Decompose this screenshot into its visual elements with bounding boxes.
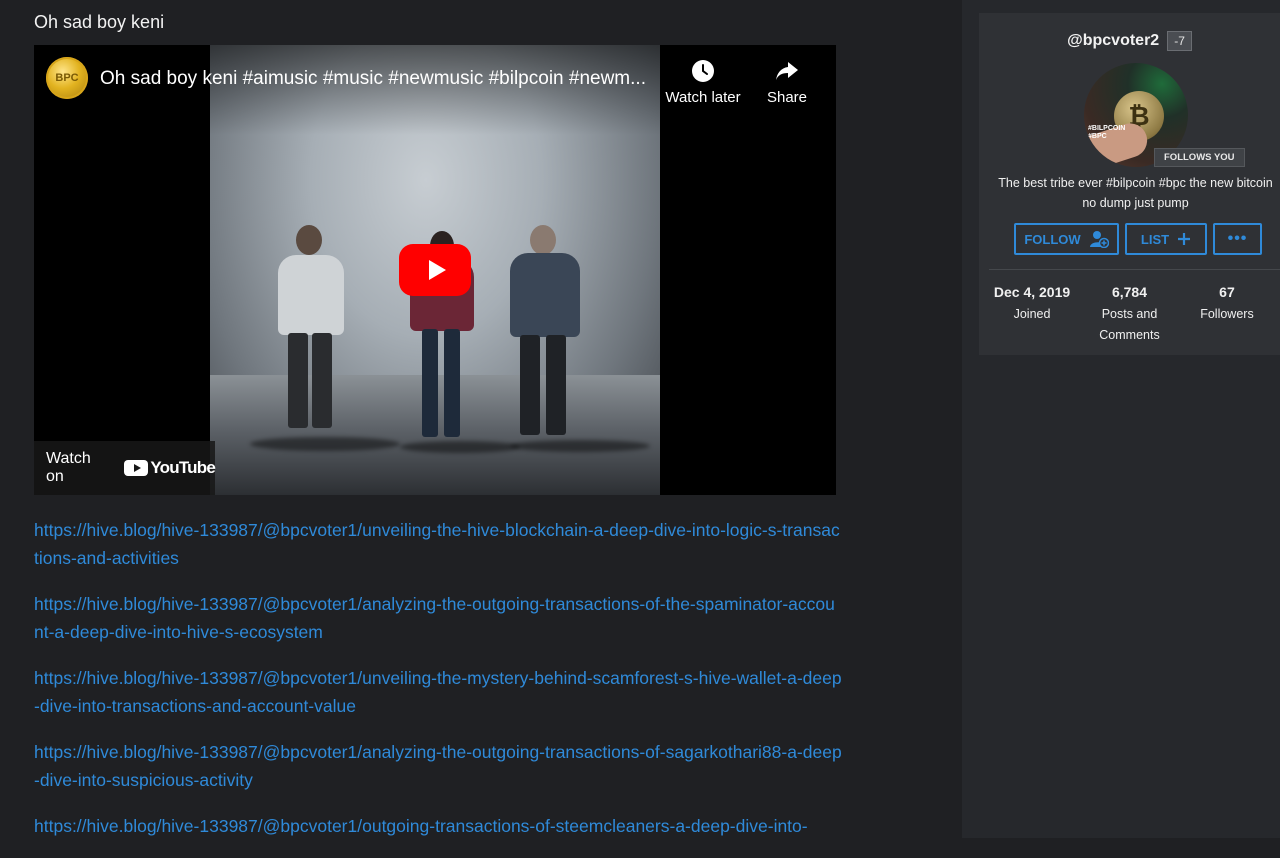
profile-actions: FOLLOW LIST ••• [1014,223,1262,255]
video-title[interactable]: Oh sad boy keni #aimusic #music #newmusi… [100,68,646,90]
profile-card: @bpcvoter2 -7 ₿ #BILPCOIN #BPC FOLLOWS Y… [979,13,1280,355]
watch-on-youtube-button[interactable]: Watch on YouTube [34,441,216,495]
follow-button[interactable]: FOLLOW [1014,223,1119,255]
stat-followers[interactable]: 67 Followers [1174,283,1280,346]
follows-you-badge: FOLLOWS YOU [1154,148,1245,167]
play-icon [428,260,446,280]
person-shadow [510,440,650,452]
stat-label: Followers [1200,307,1254,321]
list-button[interactable]: LIST [1125,223,1207,255]
stat-label: Posts and Comments [1099,307,1160,342]
clock-icon [692,60,714,82]
post-title: Oh sad boy keni [34,12,165,32]
main-content: Oh sad boy keni BPC Oh sad boy keni #aim… [0,0,962,838]
stat-value: 67 [1219,284,1235,300]
watch-later-label: Watch later [665,89,741,106]
add-user-icon [1089,231,1109,248]
person-shadow [250,437,400,451]
thumbnail-person-right [506,225,586,440]
more-icon: ••• [1227,230,1248,247]
share-button[interactable]: Share [756,59,818,106]
post-link[interactable]: https://hive.blog/hive-133987/@bpcvoter1… [34,738,844,794]
reputation-badge: -7 [1167,31,1192,51]
more-options-button[interactable]: ••• [1213,223,1262,255]
person-shadow [400,441,520,453]
divider [989,269,1280,270]
list-label: LIST [1140,231,1170,247]
channel-logo[interactable]: BPC [46,57,88,99]
profile-header: @bpcvoter2 -7 [979,31,1280,51]
post-link[interactable]: https://hive.blog/hive-133987/@bpcvoter1… [34,590,844,646]
youtube-embed[interactable]: BPC Oh sad boy keni #aimusic #music #new… [34,45,836,495]
post-link[interactable]: https://hive.blog/hive-133987/@bpcvoter1… [34,812,844,840]
watch-later-button[interactable]: Watch later [662,59,744,106]
youtube-logo: YouTube [124,458,216,478]
youtube-play-icon [124,460,149,476]
stat-posts[interactable]: 6,784 Posts and Comments [1085,283,1174,346]
watch-on-label: Watch on [46,450,91,485]
plus-icon [1178,233,1191,245]
stat-label: Joined [1013,307,1051,321]
share-arrow-icon [776,62,798,80]
profile-stats: Dec 4, 2019 Joined 6,784 Posts and Comme… [979,283,1280,346]
youtube-wordmark: YouTube [150,458,215,477]
stat-value: 6,784 [1111,284,1148,300]
link-list: https://hive.blog/hive-133987/@bpcvoter1… [34,516,844,858]
profile-bio: The best tribe ever #bilpcoin #bpc the n… [998,176,1273,210]
thumbnail-person-left [274,225,354,435]
avatar-tag: #BILPCOIN #BPC [1088,125,1126,140]
play-button[interactable] [399,244,471,296]
follow-label: FOLLOW [1024,231,1081,247]
stat-value: Dec 4, 2019 [993,284,1071,300]
stat-joined: Dec 4, 2019 Joined [979,283,1085,346]
post-link[interactable]: https://hive.blog/hive-133987/@bpcvoter1… [34,516,844,572]
share-label: Share [766,89,808,106]
post-link[interactable]: https://hive.blog/hive-133987/@bpcvoter1… [34,664,844,720]
profile-username[interactable]: @bpcvoter2 [1067,32,1159,50]
